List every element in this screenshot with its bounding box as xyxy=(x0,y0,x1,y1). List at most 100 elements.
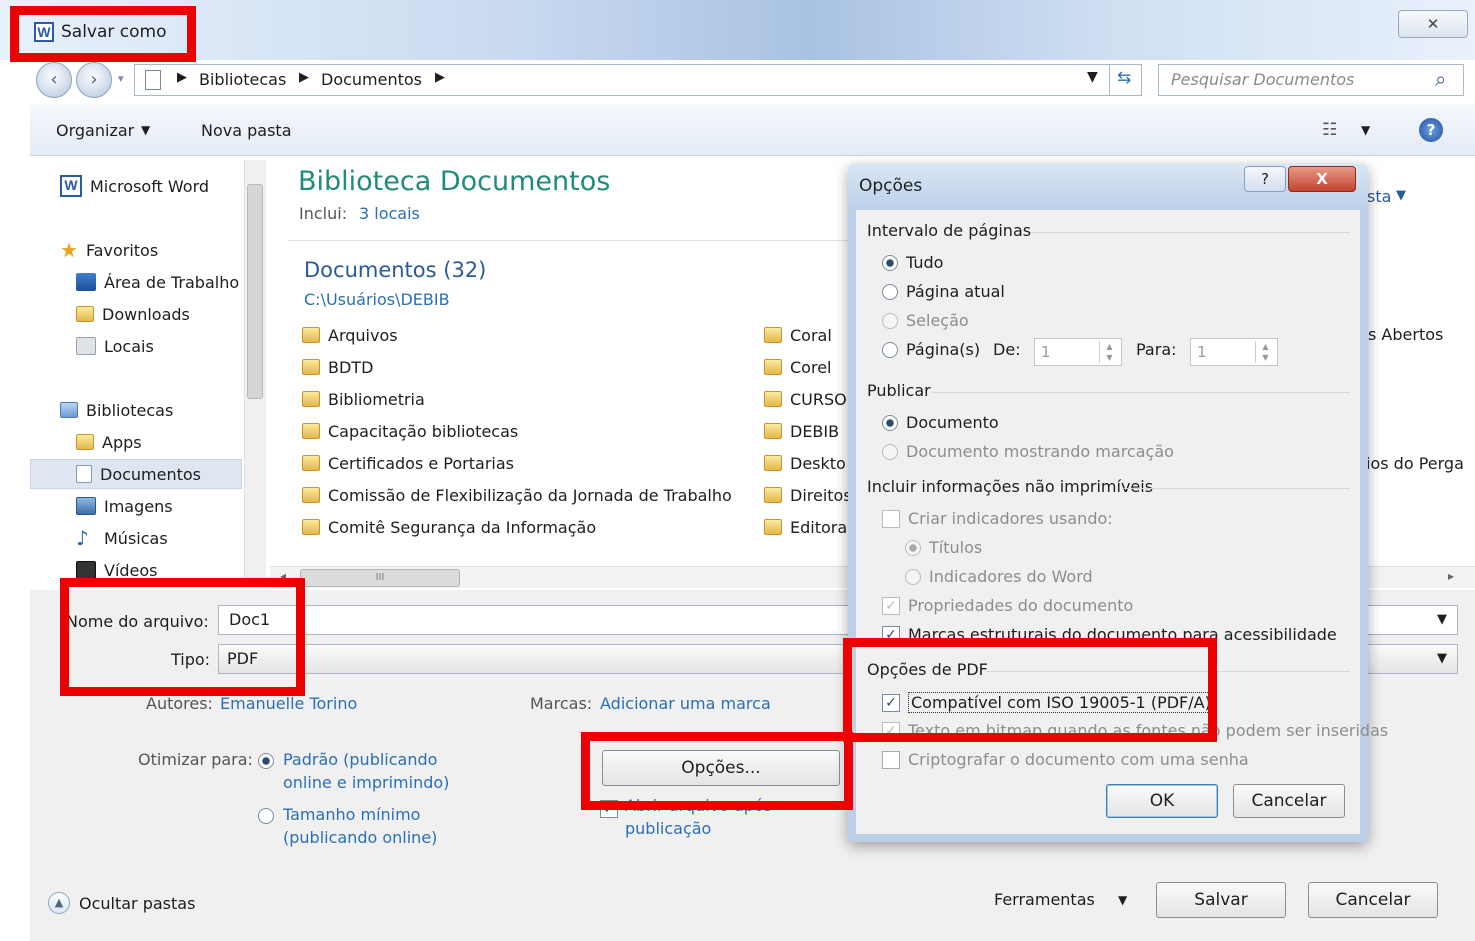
spinner-arrows-icon[interactable]: ▲ ▼ xyxy=(1255,341,1275,363)
range-all-radio[interactable] xyxy=(882,254,898,271)
arrange-fragment[interactable]: sta xyxy=(1367,187,1391,206)
optimize-minimum-radio[interactable] xyxy=(258,808,274,824)
forward-button[interactable]: › xyxy=(76,62,112,98)
nav-locais[interactable]: Locais xyxy=(76,331,314,361)
save-as-window: W Salvar como ✕ ‹ › ▾ ▶ Bibliotecas ▶ Do… xyxy=(0,0,1475,941)
tools-menu[interactable]: Ferramentas xyxy=(994,890,1095,909)
breadcrumb-bibliotecas[interactable]: Bibliotecas xyxy=(199,70,286,89)
highlight-options-button xyxy=(581,732,853,810)
address-bar[interactable]: ▶ Bibliotecas ▶ Documentos ▶ ▼ ⇆ xyxy=(134,64,1142,96)
folder-name: Comissão de Flexibilização da Jornada de… xyxy=(328,485,732,505)
nav-documentos[interactable]: Documentos xyxy=(76,459,314,489)
folder-item[interactable]: DEBIB xyxy=(764,416,848,446)
folder-item[interactable]: Editora xyxy=(764,512,848,542)
folder-item[interactable]: Deskto xyxy=(764,448,848,478)
tags-value[interactable]: Adicionar uma marca xyxy=(600,694,771,713)
save-button[interactable]: Salvar xyxy=(1156,882,1286,918)
folder-name: Certificados e Portarias xyxy=(328,453,514,473)
window-close-button[interactable]: ✕ xyxy=(1398,10,1468,38)
group-path[interactable]: C:\Usuários\DEBIB xyxy=(304,290,450,309)
nav-imagens[interactable]: Imagens xyxy=(76,491,314,521)
folder-item[interactable]: Capacitação bibliotecas xyxy=(302,416,518,446)
range-current-radio[interactable] xyxy=(882,283,898,300)
dialog-cancel-button[interactable]: Cancelar xyxy=(1233,784,1345,818)
view-chevron-down-icon[interactable]: ▼ xyxy=(1361,123,1370,137)
range-all-option[interactable]: Tudo xyxy=(882,253,943,272)
publish-document-option[interactable]: Documento xyxy=(882,413,999,432)
encrypt-option[interactable]: Criptografar o documento com uma senha xyxy=(882,750,1249,769)
nav-scroll-thumb[interactable] xyxy=(247,184,263,399)
from-page-spinner[interactable]: 1 ▲ ▼ xyxy=(1034,338,1122,366)
nav-musicas[interactable]: ♪ Músicas xyxy=(76,523,314,553)
horizontal-scroll-thumb[interactable]: III xyxy=(300,569,460,587)
nav-downloads[interactable]: Downloads xyxy=(76,299,314,329)
from-page-value: 1 xyxy=(1041,343,1051,361)
spinner-arrows-icon[interactable]: ▲ ▼ xyxy=(1099,341,1119,363)
nav-desktop[interactable]: Área de Trabalho xyxy=(76,267,314,297)
refresh-icon[interactable]: ⇆ xyxy=(1117,68,1131,88)
range-pages-radio[interactable] xyxy=(882,341,898,358)
range-pages-option[interactable]: Página(s) xyxy=(882,340,980,359)
search-input[interactable]: Pesquisar Documentos xyxy=(1171,70,1354,89)
organize-chevron-down-icon[interactable]: ▼ xyxy=(141,123,150,137)
range-current-option[interactable]: Página atual xyxy=(882,282,1005,301)
folder-icon xyxy=(302,359,320,375)
dialog-close-button[interactable]: X xyxy=(1288,166,1356,192)
optimize-standard-radio[interactable] xyxy=(258,753,274,769)
folder-fragment-abertos[interactable]: s Abertos xyxy=(1368,325,1443,344)
pictures-icon xyxy=(76,497,96,515)
includes-locations-link[interactable]: 3 locais xyxy=(359,204,420,223)
to-page-spinner[interactable]: 1 ▲ ▼ xyxy=(1190,338,1278,366)
back-button[interactable]: ‹ xyxy=(36,62,72,98)
dialog-ok-button[interactable]: OK xyxy=(1106,784,1218,818)
search-icon[interactable]: ⌕ xyxy=(1435,67,1446,91)
authors-value[interactable]: Emanuelle Torino xyxy=(220,694,357,713)
folder-item[interactable]: CURSO xyxy=(764,384,848,414)
page-range-heading: Intervalo de páginas xyxy=(867,221,1032,240)
breadcrumb-documentos[interactable]: Documentos xyxy=(321,70,422,89)
type-dropdown-icon[interactable]: ▼ xyxy=(1437,651,1447,666)
nav-scrollbar[interactable] xyxy=(244,160,266,580)
optimize-standard-label-2[interactable]: online e imprimindo) xyxy=(283,773,449,792)
hide-folders-button[interactable]: Ocultar pastas xyxy=(79,894,195,913)
folder-icon xyxy=(302,519,320,535)
folder-item[interactable]: Certificados e Portarias xyxy=(302,448,514,478)
recent-pages-chevron-icon[interactable]: ▾ xyxy=(118,72,124,85)
new-folder-button[interactable]: Nova pasta xyxy=(201,121,292,140)
cancel-button[interactable]: Cancelar xyxy=(1308,882,1438,918)
organize-menu[interactable]: Organizar xyxy=(56,121,134,140)
bookmarks-titles-radio xyxy=(905,539,921,556)
tools-chevron-down-icon[interactable]: ▼ xyxy=(1118,893,1127,907)
open-after-publish-label-2[interactable]: publicação xyxy=(625,819,711,838)
optimize-minimum-label-2[interactable]: (publicando online) xyxy=(283,828,437,847)
folder-item[interactable]: BDTD xyxy=(302,352,373,382)
folder-item[interactable]: Comissão de Flexibilização da Jornada de… xyxy=(302,480,732,510)
help-icon[interactable]: ? xyxy=(1419,118,1443,142)
publish-markup-option: Documento mostrando marcação xyxy=(882,442,1174,461)
encrypt-checkbox[interactable] xyxy=(882,750,900,769)
dialog-help-button[interactable]: ? xyxy=(1244,166,1286,192)
hide-folders-icon[interactable]: ▲ xyxy=(48,892,70,914)
folder-item[interactable]: Corel xyxy=(764,352,848,382)
folder-item[interactable]: Bibliometria xyxy=(302,384,425,414)
nav-apps[interactable]: Apps xyxy=(76,427,314,457)
filename-dropdown-icon[interactable]: ▼ xyxy=(1437,612,1447,627)
folder-item[interactable]: Coral xyxy=(764,320,848,350)
publish-document-radio[interactable] xyxy=(882,414,898,431)
optimize-minimum-label-1[interactable]: Tamanho mínimo xyxy=(283,805,420,824)
folder-fragment-perga[interactable]: ios do Perga xyxy=(1366,454,1464,473)
folder-item[interactable]: Direitos xyxy=(764,480,848,510)
section-divider xyxy=(932,392,1350,393)
desktop-icon xyxy=(76,273,96,291)
arrange-chevron-down-icon[interactable]: ▼ xyxy=(1396,188,1406,203)
scroll-right-icon[interactable]: ▸ xyxy=(1448,569,1454,583)
navigation-pane: W Microsoft Word ★ Favoritos Área de Tra… xyxy=(30,157,268,587)
folder-item[interactable]: Comitê Segurança da Informação xyxy=(302,512,596,542)
view-options-icon[interactable]: ☷ xyxy=(1322,120,1337,140)
optimize-standard-label-1[interactable]: Padrão (publicando xyxy=(283,750,437,769)
address-dropdown-icon[interactable]: ▼ xyxy=(1087,69,1098,85)
folder-name: Bibliometria xyxy=(328,389,425,409)
search-box[interactable]: Pesquisar Documentos ⌕ xyxy=(1158,64,1464,96)
libraries-icon xyxy=(60,402,78,418)
folder-item[interactable]: Arquivos xyxy=(302,320,398,350)
